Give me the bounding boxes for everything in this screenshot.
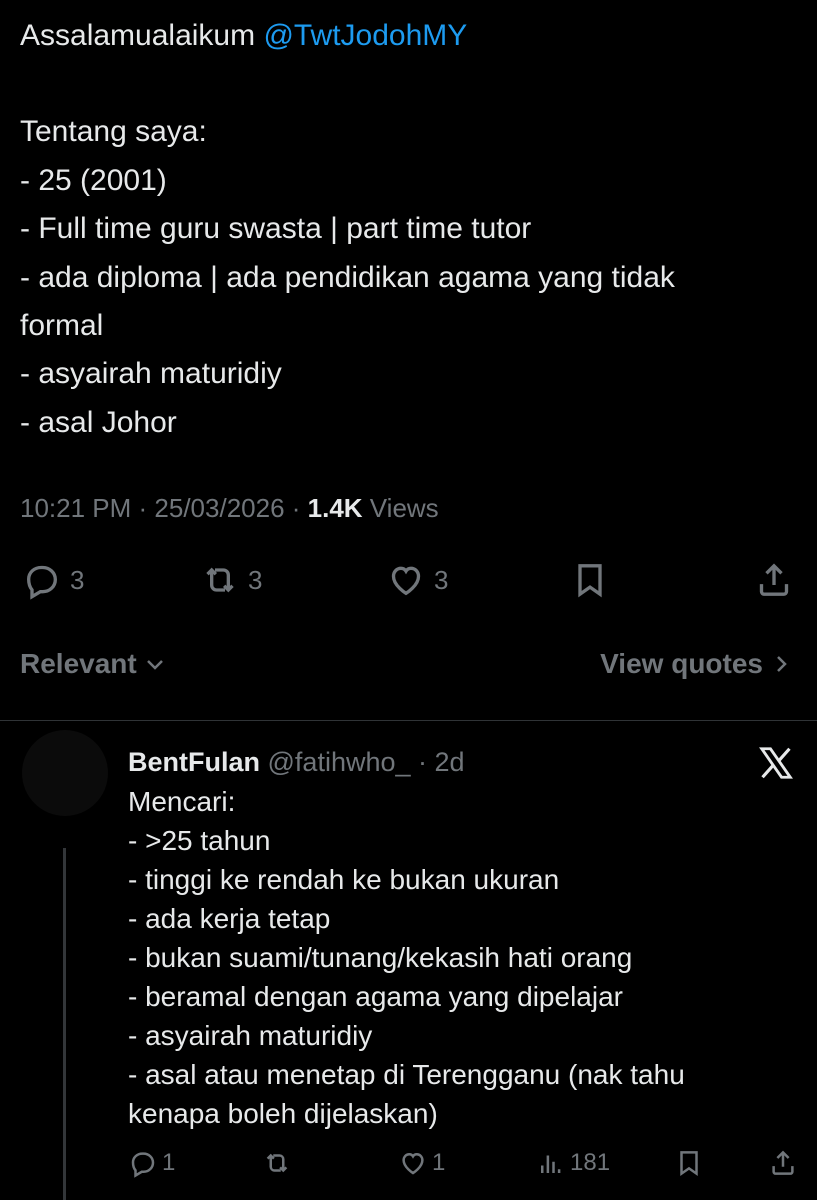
- tweet-date[interactable]: 25/03/2026: [154, 493, 284, 523]
- tweet-meta: 10:21 PM · 25/03/2026 · 1.4K Views: [20, 493, 439, 524]
- sort-bar: Relevant View quotes: [20, 648, 793, 688]
- reply-views-count: 181: [570, 1149, 611, 1176]
- reply-line: - asal atau menetap di Terengganu (nak t…: [128, 1059, 685, 1090]
- like-icon: [391, 566, 421, 596]
- reply-share-button[interactable]: [768, 1148, 798, 1178]
- reply-icon: [26, 565, 58, 600]
- reply-like-count: 1: [432, 1149, 446, 1176]
- repost-count: 3: [248, 564, 263, 595]
- tweet-text: Assalamualaikum @TwtJodohMY Tentang saya…: [20, 12, 800, 447]
- tweet-line: - ada diploma | ada pendidikan agama yan…: [20, 260, 675, 294]
- tweet-line: - asyairah maturidiy: [20, 357, 282, 391]
- reply-views-button[interactable]: 181: [536, 1148, 610, 1178]
- reply-line: - ada kerja tetap: [128, 903, 331, 934]
- reply-actions: 1 1 181: [0, 1148, 817, 1188]
- reply-button[interactable]: 3: [22, 560, 84, 600]
- avatar[interactable]: [22, 730, 108, 816]
- tweet-line: - 25 (2001): [20, 163, 167, 197]
- repost-icon: [266, 1153, 288, 1173]
- reply-author-handle[interactable]: @fatihwho_: [268, 747, 411, 777]
- bookmark-icon: [680, 1151, 698, 1177]
- tweet-line: - Full time guru swasta | part time tuto…: [20, 212, 532, 246]
- reply-count: 3: [70, 564, 85, 595]
- sort-label: Relevant: [20, 648, 137, 679]
- meta-separator: ·: [131, 493, 155, 523]
- like-icon: [402, 1152, 424, 1175]
- reply-repost-button[interactable]: [262, 1148, 292, 1178]
- reply-line: kenapa boleh dijelaskan): [128, 1098, 438, 1129]
- views-icon: [541, 1155, 561, 1173]
- reply-like-button[interactable]: 1: [398, 1148, 445, 1178]
- reply-line: - beramal dengan agama yang dipelajar: [128, 981, 623, 1012]
- view-quotes-label: View quotes: [600, 648, 763, 679]
- tweet-actions: 3 3 3: [0, 560, 817, 608]
- x-logo-icon[interactable]: [757, 744, 795, 782]
- like-button[interactable]: 3: [386, 560, 448, 600]
- mention-link[interactable]: @TwtJodohMY: [263, 19, 467, 52]
- tweet-greeting-line: Assalamualaikum @TwtJodohMY: [20, 12, 800, 60]
- reply-tweet: BentFulan @fatihwho_ · 2d Mencari: - >25…: [128, 742, 788, 1133]
- views-label: Views: [362, 493, 439, 523]
- tweet-time[interactable]: 10:21 PM: [20, 493, 131, 523]
- reply-line: - >25 tahun: [128, 825, 271, 856]
- sort-dropdown[interactable]: Relevant: [20, 648, 167, 680]
- reply-icon: [131, 1152, 155, 1178]
- reply-reply-count: 1: [162, 1149, 176, 1176]
- repost-icon: [206, 567, 234, 593]
- views-count: 1.4K: [307, 493, 363, 523]
- reply-time[interactable]: 2d: [435, 747, 465, 777]
- share-icon: [759, 563, 789, 596]
- divider: [0, 720, 817, 721]
- greeting-text: Assalamualaikum: [20, 19, 264, 52]
- reply-line: - bukan suami/tunang/kekasih hati orang: [128, 942, 633, 973]
- view-quotes-link[interactable]: View quotes: [600, 648, 793, 680]
- reply-reply-button[interactable]: 1: [128, 1148, 175, 1178]
- repost-button[interactable]: 3: [200, 560, 262, 600]
- reply-line: - tinggi ke rendah ke bukan ukuran: [128, 864, 560, 895]
- tweet-line: Tentang saya:: [20, 115, 207, 149]
- chevron-right-icon: [777, 656, 787, 672]
- share-icon: [772, 1150, 794, 1175]
- share-button[interactable]: [754, 560, 794, 600]
- chevron-down-icon: [146, 660, 163, 670]
- reply-line: Mencari:: [128, 786, 236, 817]
- reply-bookmark-button[interactable]: [674, 1148, 704, 1178]
- like-count: 3: [434, 564, 449, 595]
- reply-line: - asyairah maturidiy: [128, 1020, 373, 1051]
- tweet-line: formal: [20, 309, 104, 343]
- bookmark-button[interactable]: [570, 560, 610, 600]
- reply-separator: ·: [410, 747, 435, 777]
- bookmark-icon: [578, 564, 602, 598]
- meta-separator: ·: [284, 493, 308, 523]
- reply-header: BentFulan @fatihwho_ · 2d: [128, 742, 788, 782]
- tweet-line: - asal Johor: [20, 405, 177, 439]
- reply-author-name[interactable]: BentFulan: [128, 747, 260, 777]
